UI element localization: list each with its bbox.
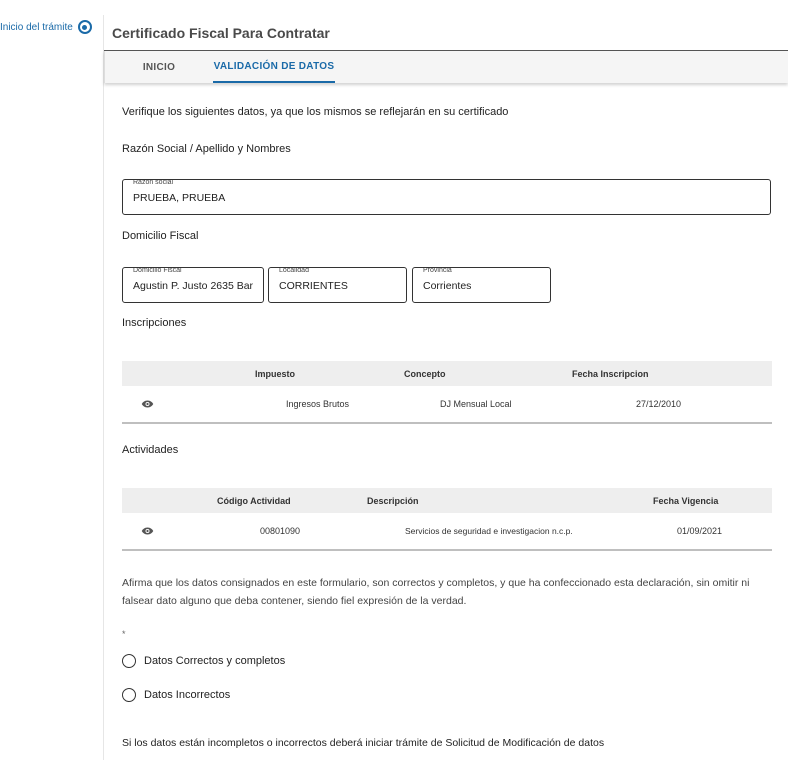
domicilio-fiscal-field[interactable]: Domicilio Fiscal Agustin P. Justo 2635 B… xyxy=(122,267,264,303)
provincia-legend: Provincia xyxy=(421,267,454,275)
footer-note: Si los datos están incompletos o incorre… xyxy=(122,737,605,749)
column-header-codigo-actividad: Código Actividad xyxy=(217,495,291,506)
cell-fecha-inscripcion: 27/12/2010 xyxy=(636,399,682,409)
declaracion-line-2: falsear dato alguno que deba contener, s… xyxy=(122,595,467,607)
razon-social-field[interactable]: Razón social PRUEBA, PRUEBA xyxy=(122,179,771,215)
eye-icon[interactable] xyxy=(141,527,154,535)
razon-social-legend: Razón social xyxy=(131,179,176,187)
actividades-title: Actividades xyxy=(122,444,179,456)
tab-inicio[interactable]: INICIO xyxy=(105,51,213,83)
column-header-descripcion: Descripción xyxy=(367,495,419,506)
column-header-fecha-inscripcion: Fecha Inscripcion xyxy=(572,368,649,379)
table-row: Ingresos Brutos DJ Mensual Local 27/12/2… xyxy=(122,386,772,424)
localidad-legend: Localidad xyxy=(277,267,311,275)
cell-impuesto: Ingresos Brutos xyxy=(286,399,350,409)
provincia-value: Corrientes xyxy=(423,280,472,292)
domicilio-fiscal-value: Agustin P. Justo 2635 Bar xyxy=(133,280,254,292)
cell-fecha-vigencia: 01/09/2021 xyxy=(677,526,723,536)
table-header: Código Actividad Descripción Fecha Vigen… xyxy=(122,488,772,513)
radio-label-datos-correctos: Datos Correctos y completos xyxy=(144,655,286,667)
inscripciones-table: Impuesto Concepto Fecha Inscripcion Ingr… xyxy=(122,361,772,424)
declaracion-line-1: Afirma que los datos consignados en este… xyxy=(122,577,750,589)
actividades-table: Código Actividad Descripción Fecha Vigen… xyxy=(122,488,772,551)
radio-label-datos-incorrectos: Datos Incorrectos xyxy=(144,689,231,701)
domicilio-fiscal-legend: Domicilio Fiscal xyxy=(131,267,184,275)
stepper-step-inicio[interactable]: Inicio del trámite xyxy=(0,20,92,34)
required-mark: * xyxy=(122,629,126,639)
cell-concepto: DJ Mensual Local xyxy=(440,399,512,409)
cell-codigo-actividad: 00801090 xyxy=(260,526,301,536)
radio-datos-correctos[interactable]: Datos Correctos y completos xyxy=(122,654,285,668)
radio-datos-incorrectos[interactable]: Datos Incorrectos xyxy=(122,688,230,702)
razon-section-title: Razón Social / Apellido y Nombres xyxy=(122,143,291,155)
eye-icon[interactable] xyxy=(141,400,154,408)
tab-validacion-de-datos[interactable]: VALIDACIÓN DE DATOS xyxy=(213,51,335,83)
stepper-label: Inicio del trámite xyxy=(0,21,73,33)
radio-checked-icon xyxy=(77,20,92,34)
inscripciones-title: Inscripciones xyxy=(122,317,187,329)
column-header-concepto: Concepto xyxy=(404,368,446,379)
column-header-impuesto: Impuesto xyxy=(255,368,296,379)
localidad-field[interactable]: Localidad CORRIENTES xyxy=(268,267,407,303)
localidad-value: CORRIENTES xyxy=(279,280,348,292)
radio-unchecked-icon[interactable] xyxy=(122,688,136,702)
razon-social-value: PRUEBA, PRUEBA xyxy=(133,192,226,204)
table-row: 00801090 Servicios de seguridad e invest… xyxy=(122,513,772,551)
radio-unchecked-icon[interactable] xyxy=(122,654,136,668)
cell-descripcion: Servicios de seguridad e investigacion n… xyxy=(405,526,573,536)
domicilio-section-title: Domicilio Fiscal xyxy=(122,230,199,242)
table-header: Impuesto Concepto Fecha Inscripcion xyxy=(122,361,772,386)
column-header-fecha-vigencia: Fecha Vigencia xyxy=(653,495,719,506)
provincia-field[interactable]: Provincia Corrientes xyxy=(412,267,551,303)
tab-bar: INICIO VALIDACIÓN DE DATOS xyxy=(104,51,788,83)
intro-text: Verifique los siguientes datos, ya que l… xyxy=(122,106,509,118)
page-title: Certificado Fiscal Para Contratar xyxy=(104,15,788,51)
main-panel: Certificado Fiscal Para Contratar INICIO… xyxy=(103,15,788,760)
